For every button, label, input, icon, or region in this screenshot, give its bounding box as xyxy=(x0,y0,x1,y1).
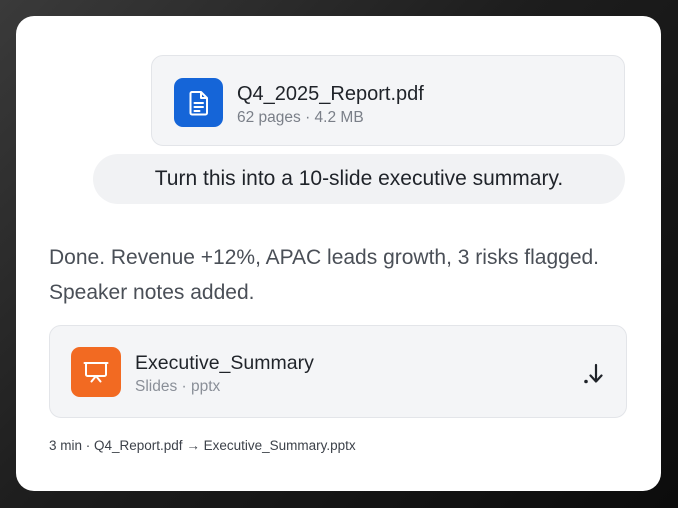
attachment-name: Q4_2025_Report.pdf xyxy=(237,83,424,105)
document-icon xyxy=(174,78,223,127)
output-file-meta: Slides · pptx xyxy=(135,378,221,395)
download-icon xyxy=(584,363,603,384)
download-button[interactable] xyxy=(580,360,608,388)
status-footer: 3 min · Q4_Report.pdf → Executive_Summar… xyxy=(49,438,356,453)
attachment-meta: 62 pages · 4.2 MB xyxy=(237,109,364,126)
chat-window: Q4_2025_Report.pdf 62 pages · 4.2 MB Tur… xyxy=(16,16,661,491)
user-message: Turn this into a 10-slide executive summ… xyxy=(93,154,625,204)
presentation-icon xyxy=(71,347,121,397)
output-file-name: Executive_Summary xyxy=(135,352,314,374)
assistant-message: Done. Revenue +12%, APAC leads growth, 3… xyxy=(49,246,600,304)
output-file-card[interactable]: Executive_Summary Slides · pptx xyxy=(49,325,627,418)
attachment-card[interactable]: Q4_2025_Report.pdf 62 pages · 4.2 MB xyxy=(151,55,625,146)
